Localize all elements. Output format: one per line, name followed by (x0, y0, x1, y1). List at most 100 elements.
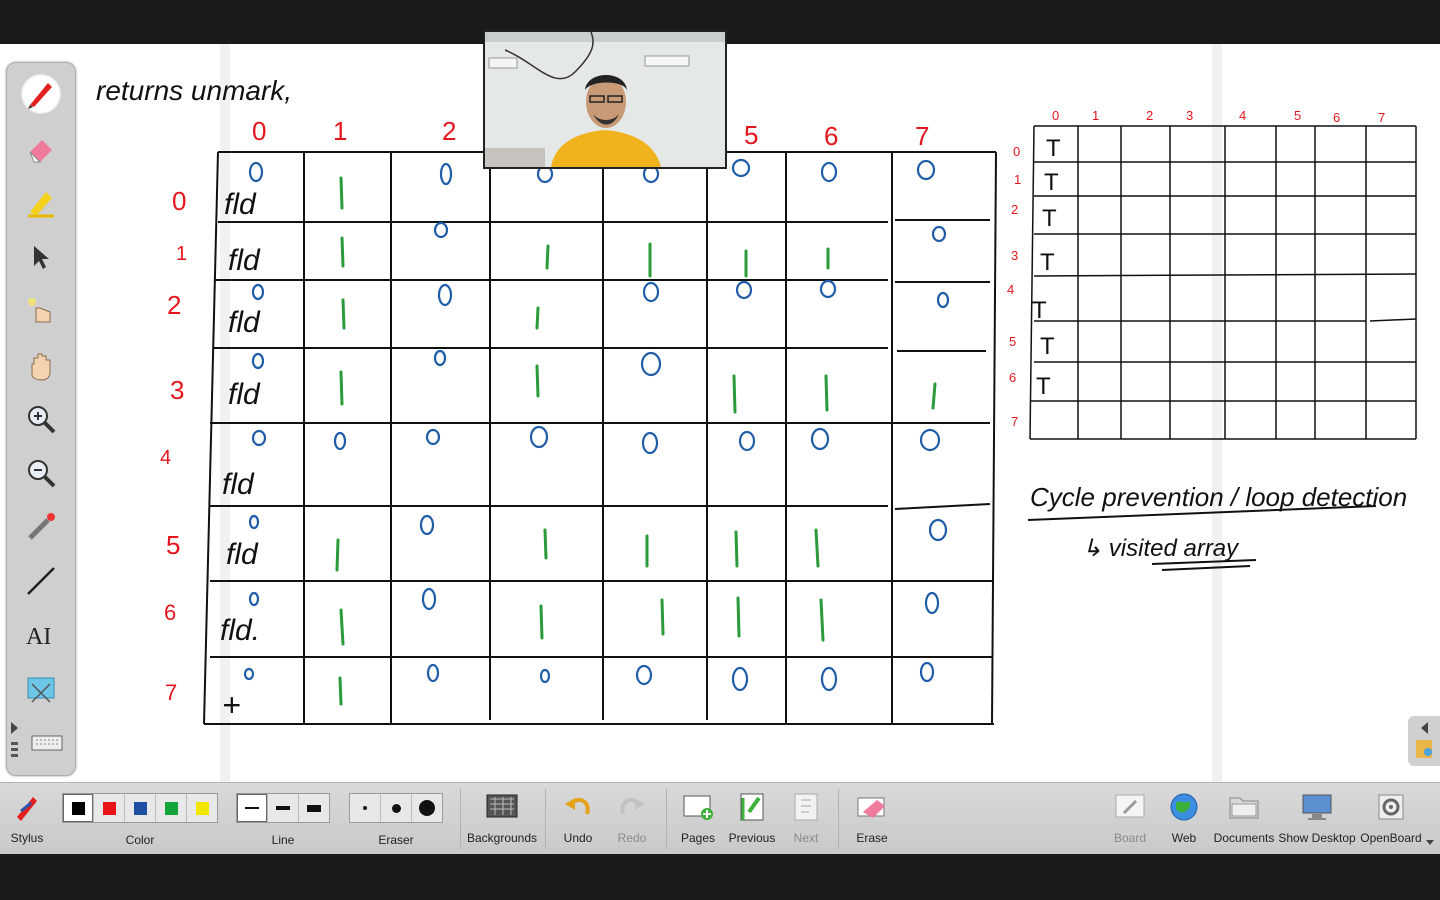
svg-text:5: 5 (744, 120, 758, 150)
capture-icon[interactable] (21, 669, 61, 709)
big-grid-row-headers: 0 1 2 3 4 5 6 7 (160, 186, 187, 705)
svg-text:7: 7 (1011, 414, 1018, 429)
folder-icon (1229, 797, 1259, 819)
svg-text:0: 0 (172, 186, 186, 216)
previous-button[interactable]: Previous (728, 783, 776, 855)
pointer-icon[interactable] (21, 291, 61, 331)
color-green-swatch[interactable] (156, 794, 187, 822)
svg-text:7: 7 (165, 680, 177, 705)
redo-icon (620, 797, 645, 815)
selector-icon[interactable] (21, 237, 61, 277)
color-blue-swatch[interactable] (125, 794, 156, 822)
next-button[interactable]: Next (786, 783, 826, 855)
svg-text:6: 6 (1333, 110, 1340, 125)
row-labels: fld fld fld fld fld fld fld. + (220, 188, 261, 723)
svg-text:2: 2 (442, 116, 456, 146)
text-icon[interactable]: AI (21, 615, 61, 655)
library-collapse-icon[interactable] (1408, 716, 1440, 766)
svg-text:4: 4 (1007, 282, 1014, 297)
svg-text:fld: fld (228, 378, 261, 411)
note-top: returns unmark, (96, 75, 292, 106)
svg-text:4: 4 (1239, 108, 1246, 123)
big-grid (203, 151, 997, 725)
pen-icon[interactable] (20, 73, 62, 115)
documents-button[interactable]: Documents (1214, 783, 1274, 855)
svg-text:T: T (1040, 249, 1055, 276)
svg-text:fld: fld (228, 306, 261, 339)
svg-text:1: 1 (1014, 172, 1021, 187)
web-button[interactable]: Web (1164, 783, 1204, 855)
line-icon[interactable] (21, 561, 61, 601)
svg-text:AI: AI (26, 624, 51, 650)
color-yellow-swatch[interactable] (187, 794, 217, 822)
svg-text:T: T (1036, 373, 1051, 400)
chevron-down-icon[interactable] (1425, 839, 1435, 847)
backgrounds-button[interactable]: Backgrounds (467, 783, 537, 855)
svg-text:3: 3 (1186, 108, 1193, 123)
stylus-icon (17, 797, 37, 821)
highlighter-icon[interactable] (21, 183, 61, 223)
color-red-swatch[interactable] (94, 794, 125, 822)
svg-text:0: 0 (1052, 108, 1059, 123)
zoom-out-icon[interactable] (21, 453, 61, 493)
desktop-icon (1302, 794, 1332, 820)
svg-text:4: 4 (160, 447, 171, 469)
svg-text:T: T (1046, 135, 1061, 162)
svg-text:1: 1 (1092, 108, 1099, 123)
line-medium-option[interactable] (268, 794, 299, 822)
bottom-toolbar: Stylus Color Line Eraser Backgrounds Und… (0, 782, 1440, 855)
svg-text:7: 7 (915, 121, 929, 151)
show-desktop-button[interactable]: Show Desktop (1278, 783, 1356, 855)
svg-text:1: 1 (333, 116, 347, 146)
backgrounds-icon (486, 794, 518, 818)
svg-text:0: 0 (1013, 144, 1020, 159)
svg-text:0: 0 (252, 116, 266, 146)
toolbar-separator (666, 789, 667, 849)
svg-text:fld: fld (222, 468, 255, 501)
toolbar-separator (545, 789, 546, 849)
tool-palette: AI (6, 62, 76, 776)
small-grid (1029, 125, 1417, 440)
bottom-letterbox (0, 854, 1440, 900)
svg-text:2: 2 (1146, 108, 1153, 123)
redo-button[interactable]: Redo (612, 783, 652, 855)
small-grid-marks: T T T T T T T (1032, 135, 1061, 400)
svg-text:fld: fld (226, 538, 259, 571)
svg-text:2: 2 (1011, 202, 1018, 217)
eraser-size-group: Eraser (349, 783, 443, 855)
erase-button[interactable]: Erase (852, 783, 892, 855)
eraser-icon[interactable] (21, 129, 61, 169)
svg-text:5: 5 (1009, 334, 1016, 349)
eraser-large-option[interactable] (412, 794, 442, 822)
note-visited: ↳ visited array (1082, 535, 1240, 562)
hand-icon[interactable] (21, 345, 61, 385)
toolbar-separator (838, 789, 839, 849)
openboard-menu-button[interactable]: OpenBoard (1360, 783, 1422, 855)
svg-text:fld.: fld. (220, 614, 260, 647)
undo-icon (565, 797, 590, 815)
svg-text:fld: fld (228, 244, 261, 277)
svg-text:6: 6 (1009, 370, 1016, 385)
zoom-in-icon[interactable] (21, 399, 61, 439)
toolbar-separator (460, 789, 461, 849)
board-button[interactable]: Board (1110, 783, 1150, 855)
color-black-swatch[interactable] (63, 794, 94, 822)
laser-icon[interactable] (21, 507, 61, 547)
keyboard-icon[interactable] (27, 723, 67, 763)
next-page-icon (794, 793, 818, 821)
add-page-icon (683, 795, 713, 820)
svg-text:T: T (1040, 333, 1055, 360)
svg-text:T: T (1042, 205, 1057, 232)
palette-collapse-icon[interactable] (8, 718, 22, 760)
line-thin-option[interactable] (237, 794, 268, 822)
eraser-small-option[interactable] (350, 794, 381, 822)
webcam-feed (483, 30, 727, 169)
undo-button[interactable]: Undo (558, 783, 598, 855)
eraser-medium-option[interactable] (381, 794, 412, 822)
stylus-button[interactable]: Stylus (6, 783, 48, 855)
line-thick-option[interactable] (299, 794, 329, 822)
svg-text:2: 2 (167, 290, 181, 320)
svg-text:T: T (1032, 297, 1047, 324)
pages-button[interactable]: Pages (678, 783, 718, 855)
svg-text:6: 6 (824, 121, 838, 151)
